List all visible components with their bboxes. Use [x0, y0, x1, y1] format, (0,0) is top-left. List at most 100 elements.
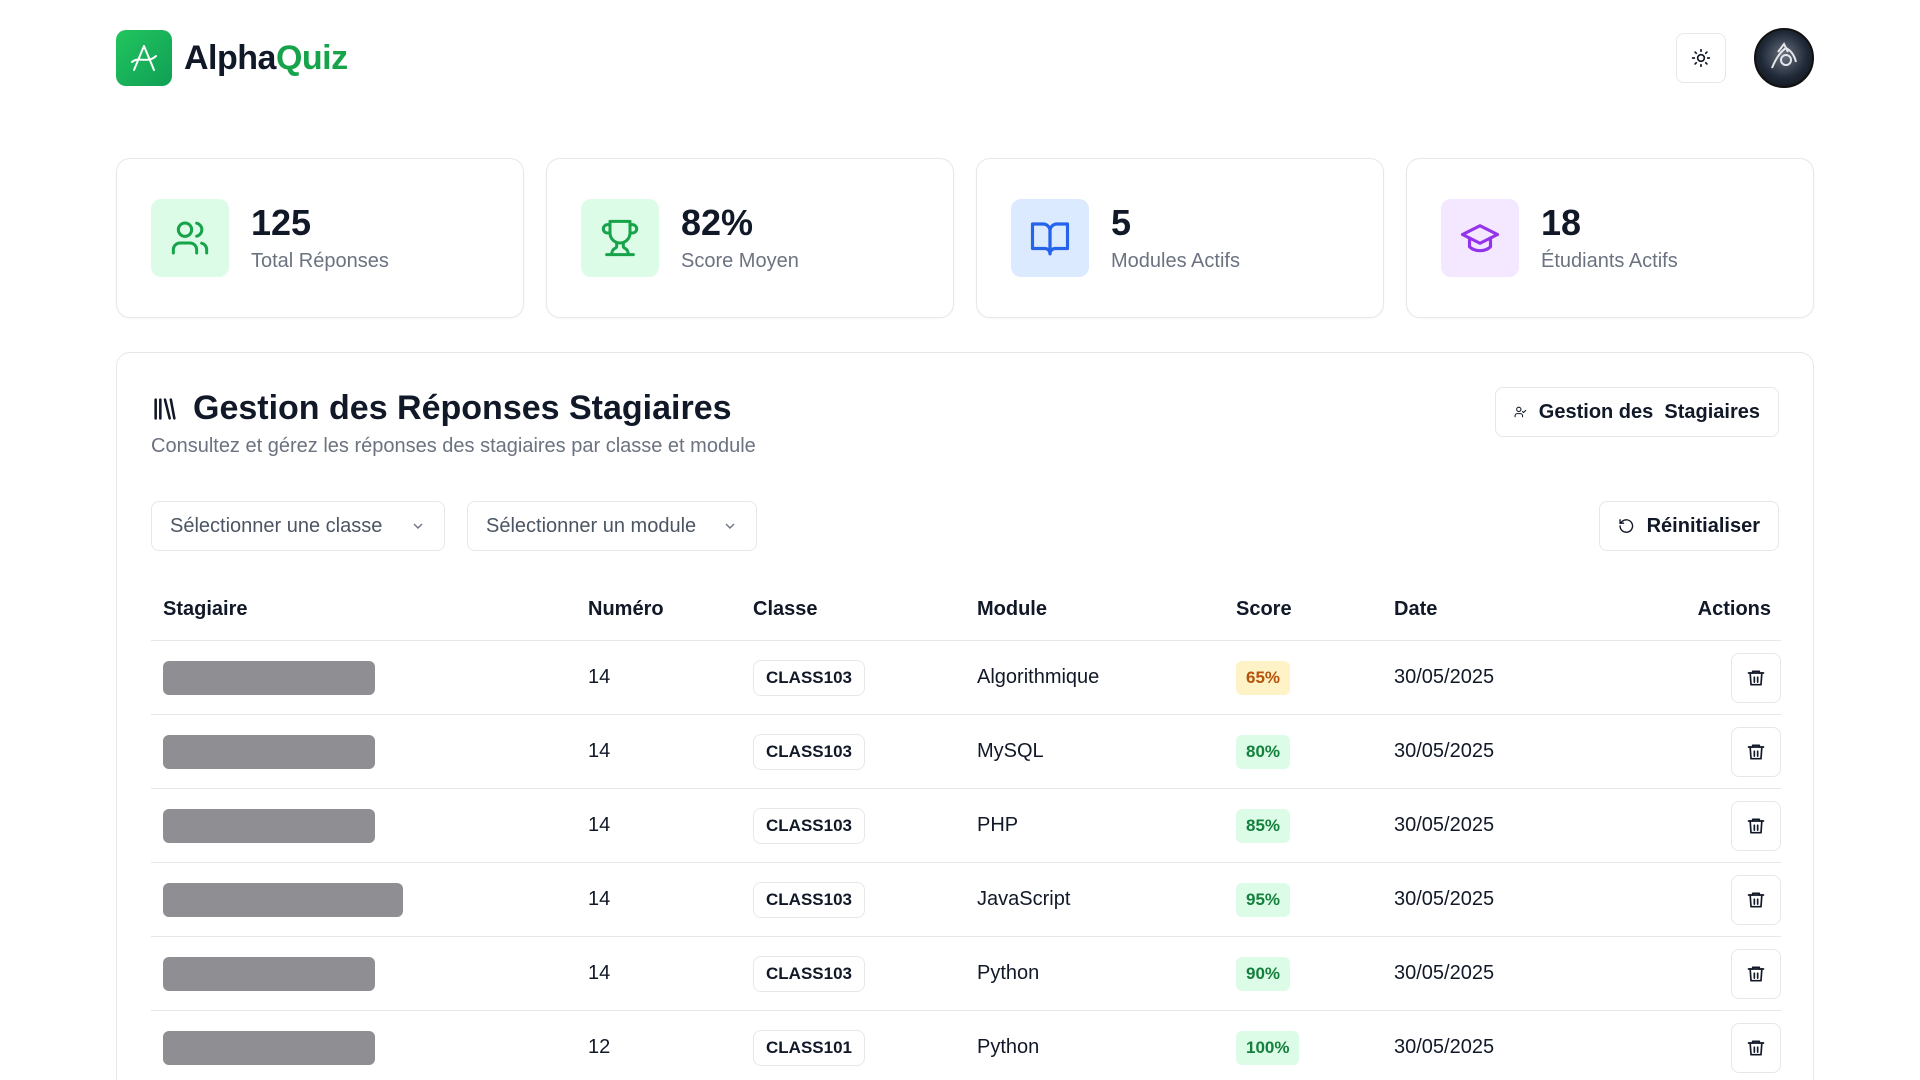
page-title: Gestion des Réponses Stagiaires: [193, 389, 732, 427]
delete-button[interactable]: [1731, 652, 1781, 703]
actions-cell: [1681, 948, 1781, 999]
table-header: Stagiaire Numéro Classe Module Score Dat…: [151, 579, 1781, 641]
stagiaire-cell: [151, 734, 588, 769]
class-badge: CLASS103: [753, 955, 865, 992]
classe-cell: CLASS101: [753, 1029, 977, 1066]
header-classe[interactable]: Classe: [753, 598, 977, 621]
manage-stagiaires-label: Gestion des Stagiaires: [1538, 400, 1760, 423]
stagiaire-cell: [151, 808, 588, 843]
score-cell: 65%: [1236, 660, 1394, 695]
trophy-icon: [581, 199, 659, 277]
numero-cell: 12: [588, 1036, 611, 1058]
table-row: 14 CLASS103 PHP 85% 30/05/2025: [151, 789, 1781, 863]
avatar[interactable]: [1754, 28, 1814, 88]
score-cell: 90%: [1236, 956, 1394, 991]
header-stagiaire[interactable]: Stagiaire: [151, 598, 588, 621]
header-score[interactable]: Score: [1236, 598, 1394, 621]
stat-value: 82%: [681, 201, 754, 243]
module-select[interactable]: Sélectionner un module: [467, 501, 757, 551]
redacted-name: [163, 882, 403, 917]
date-cell: 30/05/2025: [1394, 1036, 1495, 1058]
classe-cell: CLASS103: [753, 659, 977, 696]
trash-icon: [1747, 744, 1765, 759]
score-cell: 95%: [1236, 882, 1394, 917]
page-subtitle: Consultez et gérez les réponses des stag…: [151, 435, 756, 457]
class-select[interactable]: Sélectionner une classe: [151, 501, 445, 551]
stat-value: 5: [1111, 201, 1132, 243]
stat-text: 125 Total Réponses: [251, 203, 389, 274]
delete-button[interactable]: [1731, 726, 1781, 777]
numero-cell: 14: [588, 888, 611, 910]
brand-prefix: Alpha: [184, 38, 276, 77]
score-cell: 100%: [1236, 1030, 1394, 1065]
numero-cell: 14: [588, 962, 611, 984]
chevron-down-icon: [413, 523, 423, 529]
stat-card-active-modules: 5 Modules Actifs: [976, 158, 1384, 318]
delete-button[interactable]: [1731, 800, 1781, 851]
module-cell: PHP: [977, 814, 1019, 836]
module-cell: Python: [977, 962, 1040, 984]
stat-text: 82% Score Moyen: [681, 203, 799, 274]
stats-row: 125 Total Réponses 82% Score Moyen 5 Mod…: [116, 158, 1814, 318]
chevron-down-icon: [725, 523, 735, 529]
score-badge: 90%: [1236, 956, 1291, 991]
score-cell: 85%: [1236, 808, 1394, 843]
actions-cell: [1681, 1022, 1781, 1073]
numero-cell: 14: [588, 814, 611, 836]
graduation-cap-icon: [1441, 199, 1519, 277]
stat-value: 125: [251, 201, 312, 243]
theme-toggle-button[interactable]: [1676, 33, 1726, 83]
class-badge: CLASS103: [753, 807, 865, 844]
reset-label: Réinitialiser: [1646, 514, 1760, 537]
header-module[interactable]: Module: [977, 598, 1236, 621]
module-cell: Python: [977, 1036, 1040, 1058]
table-row: 14 CLASS103 JavaScript 95% 30/05/2025: [151, 863, 1781, 937]
library-icon: [154, 397, 176, 420]
brand[interactable]: AlphaQuiz: [116, 30, 348, 86]
classe-cell: CLASS103: [753, 733, 977, 770]
stat-label: Étudiants Actifs: [1541, 250, 1678, 273]
date-cell: 30/05/2025: [1394, 814, 1495, 836]
header-numero[interactable]: Numéro: [588, 598, 753, 621]
classe-cell: CLASS103: [753, 807, 977, 844]
panel-title-row: Gestion des Réponses Stagiaires: [151, 389, 732, 428]
table-row: 14 CLASS103 Python 90% 30/05/2025: [151, 937, 1781, 1011]
table-row: 14 CLASS103 Algorithmique 65% 30/05/2025: [151, 641, 1781, 715]
header-actions: Actions: [1697, 598, 1771, 620]
module-cell: Algorithmique: [977, 666, 1100, 688]
alphaquiz-logo-icon: [116, 30, 172, 86]
trash-icon: [1747, 1040, 1765, 1055]
responses-table: Stagiaire Numéro Classe Module Score Dat…: [151, 579, 1781, 1080]
trash-icon: [1747, 892, 1765, 907]
delete-button[interactable]: [1731, 948, 1781, 999]
header: AlphaQuiz: [116, 28, 1814, 88]
stat-label: Score Moyen: [681, 250, 799, 273]
users-icon: [151, 199, 229, 277]
score-badge: 65%: [1236, 660, 1291, 695]
rotate-ccw-icon: [1619, 519, 1634, 533]
delete-button[interactable]: [1731, 874, 1781, 925]
delete-button[interactable]: [1731, 1022, 1781, 1073]
redacted-name: [163, 808, 375, 843]
stagiaire-cell: [151, 882, 588, 917]
stagiaire-cell: [151, 956, 588, 991]
header-date[interactable]: Date: [1394, 598, 1681, 621]
stat-label: Total Réponses: [251, 250, 389, 273]
actions-cell: [1681, 726, 1781, 777]
class-badge: CLASS101: [753, 1029, 865, 1066]
class-badge: CLASS103: [753, 659, 865, 696]
stagiaire-cell: [151, 660, 588, 695]
header-actions: [1676, 28, 1814, 88]
responses-panel: Gestion des Réponses Stagiaires Consulte…: [116, 352, 1814, 1080]
score-cell: 80%: [1236, 734, 1394, 769]
manage-stagiaires-button[interactable]: Gestion des Stagiaires: [1495, 387, 1779, 437]
stat-value: 18: [1541, 201, 1582, 243]
reset-button[interactable]: Réinitialiser: [1599, 501, 1779, 551]
date-cell: 30/05/2025: [1394, 666, 1495, 688]
stat-card-average-score: 82% Score Moyen: [546, 158, 954, 318]
book-open-icon: [1011, 199, 1089, 277]
stat-text: 18 Étudiants Actifs: [1541, 203, 1678, 274]
sun-icon: [1691, 48, 1711, 68]
module-cell: JavaScript: [977, 888, 1071, 910]
score-badge: 80%: [1236, 734, 1291, 769]
